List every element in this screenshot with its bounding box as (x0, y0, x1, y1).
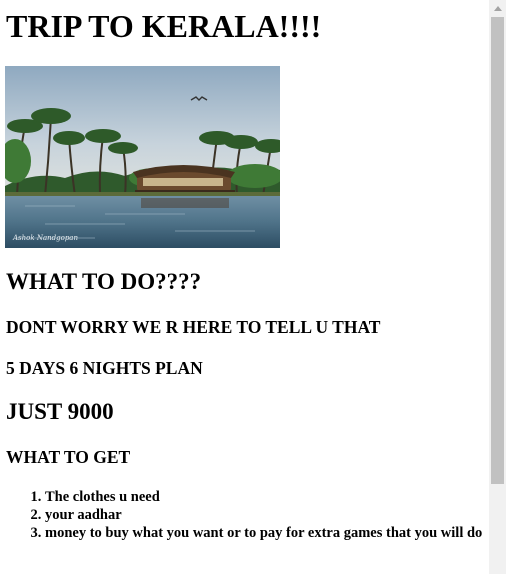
list-item: money to buy what you want or to pay for… (45, 524, 484, 542)
kerala-backwaters-image: Ashok Nandgopan (5, 66, 280, 248)
what-to-get-heading: WHAT TO GET (6, 447, 131, 467)
what-to-do-heading: WHAT TO DO???? (6, 269, 202, 294)
scrollbar-thumb[interactable] (491, 17, 504, 484)
what-to-get-list: The clothes u need your aadhar money to … (6, 488, 484, 542)
page-viewport: TRIP TO KERALA!!!! Ashok Nandgopan WHAT … (0, 0, 489, 574)
list-item: your aadhar (45, 506, 484, 524)
list-item: The clothes u need (45, 488, 484, 506)
page-title: TRIP TO KERALA!!!! (6, 8, 322, 44)
photographer-signature: Ashok Nandgopan (12, 234, 78, 242)
dont-worry-heading: DONT WORRY WE R HERE TO TELL U THAT (6, 317, 381, 337)
houseboat-photo: Ashok Nandgopan (5, 66, 280, 248)
scroll-up-arrow-icon[interactable] (489, 0, 506, 17)
vertical-scrollbar[interactable] (489, 0, 506, 574)
price-heading: JUST 9000 (6, 399, 114, 424)
plan-heading: 5 DAYS 6 NIGHTS PLAN (6, 358, 203, 378)
